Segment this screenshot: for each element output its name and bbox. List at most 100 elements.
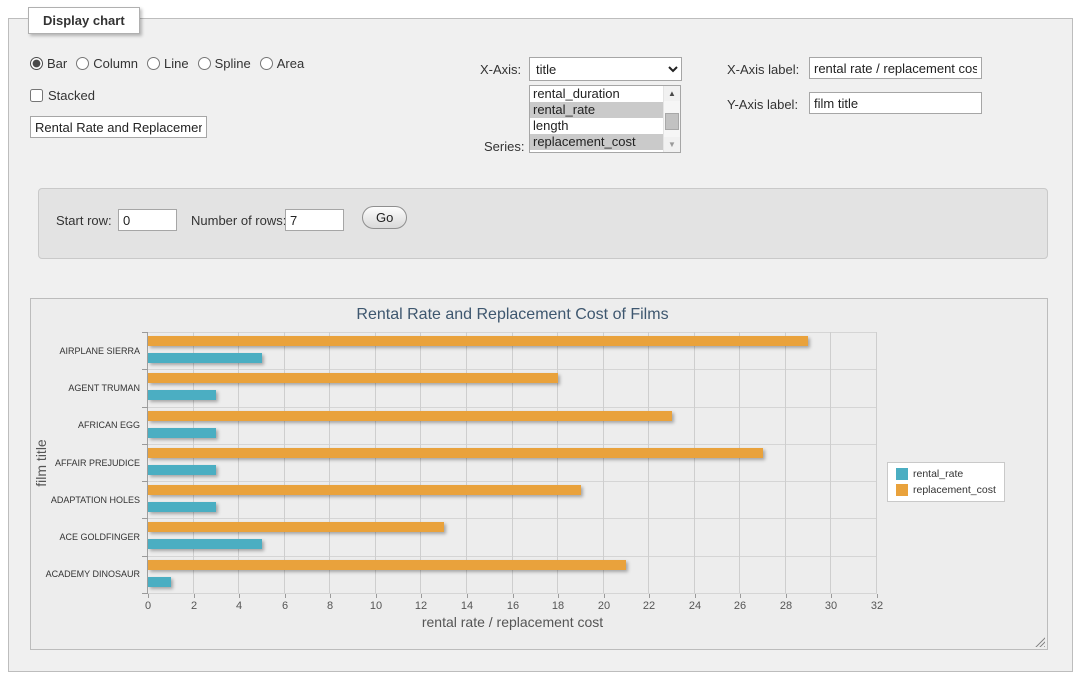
scrollbar-track[interactable] xyxy=(664,101,680,137)
x-tick xyxy=(467,594,468,598)
chart-type-option-line[interactable]: Line xyxy=(147,56,189,71)
x-tick-label: 14 xyxy=(447,600,487,612)
chart-type-radio-line[interactable] xyxy=(147,57,160,70)
bar-replacement_cost[interactable] xyxy=(148,560,626,570)
chart-type-text: Line xyxy=(164,56,189,71)
x-tick-label: 10 xyxy=(356,600,396,612)
resize-handle-icon[interactable] xyxy=(1034,636,1045,647)
series-option-replacement_cost[interactable]: replacement_cost xyxy=(530,134,663,150)
y-tick xyxy=(142,407,148,408)
legend-swatch-icon xyxy=(896,468,908,480)
legend-item-replacement_cost[interactable]: replacement_cost xyxy=(896,484,996,496)
stacked-checkbox-row[interactable]: Stacked xyxy=(30,88,95,103)
stacked-label: Stacked xyxy=(48,88,95,103)
bar-replacement_cost[interactable] xyxy=(148,411,672,421)
chart-type-option-column[interactable]: Column xyxy=(76,56,138,71)
x-tick xyxy=(604,594,605,598)
bar-rental_rate[interactable] xyxy=(148,390,216,400)
chart-type-radio-bar[interactable] xyxy=(30,57,43,70)
x-axis-label-field-label: X-Axis label: xyxy=(727,62,799,77)
chart-type-option-area[interactable]: Area xyxy=(260,56,304,71)
x-tick xyxy=(649,594,650,598)
bar-rental_rate[interactable] xyxy=(148,428,216,438)
bar-replacement_cost[interactable] xyxy=(148,373,558,383)
bar-replacement_cost[interactable] xyxy=(148,448,763,458)
chart-type-radio-column[interactable] xyxy=(76,57,89,70)
bar-rental_rate[interactable] xyxy=(148,577,171,587)
x-axis-select[interactable]: title xyxy=(529,57,682,81)
x-tick xyxy=(148,594,149,598)
series-option-rental_rate[interactable]: rental_rate xyxy=(530,102,663,118)
stacked-checkbox[interactable] xyxy=(30,89,43,102)
category-label: AGENT TRUMAN xyxy=(31,382,140,394)
number-of-rows-input[interactable] xyxy=(285,209,344,231)
x-tick-label: 6 xyxy=(265,600,305,612)
chart-legend: rental_rate replacement_cost xyxy=(887,462,1005,502)
chart-title: Rental Rate and Replacement Cost of Film… xyxy=(148,306,877,324)
x-tick xyxy=(285,594,286,598)
plot-area xyxy=(148,332,877,593)
x-tick xyxy=(786,594,787,598)
y-axis-line xyxy=(147,332,148,593)
vertical-gridline xyxy=(238,332,239,593)
x-axis-label-input[interactable] xyxy=(809,57,982,79)
series-option-length[interactable]: length xyxy=(530,118,663,134)
chart-type-text: Area xyxy=(277,56,304,71)
vertical-gridline xyxy=(420,332,421,593)
y-axis-label-field-label: Y-Axis label: xyxy=(727,97,798,112)
legend-label: replacement_cost xyxy=(913,484,996,496)
vertical-gridline xyxy=(466,332,467,593)
x-tick-label: 8 xyxy=(310,600,350,612)
chart-type-text: Bar xyxy=(47,56,67,71)
bar-replacement_cost[interactable] xyxy=(148,522,444,532)
x-tick xyxy=(513,594,514,598)
bar-replacement_cost[interactable] xyxy=(148,485,581,495)
vertical-gridline xyxy=(876,332,877,593)
vertical-gridline xyxy=(284,332,285,593)
chart-type-text: Column xyxy=(93,56,138,71)
y-tick xyxy=(142,369,148,370)
x-tick-label: 20 xyxy=(584,600,624,612)
chart-container: Rental Rate and Replacement Cost of Film… xyxy=(30,298,1048,650)
row-controls-bar: Start row: Number of rows: Go xyxy=(38,188,1048,259)
go-button[interactable]: Go xyxy=(362,206,407,229)
chart-type-option-bar[interactable]: Bar xyxy=(30,56,67,71)
x-axis-field-label: X-Axis: xyxy=(480,62,521,77)
x-tick-label: 2 xyxy=(174,600,214,612)
x-tick-label: 26 xyxy=(720,600,760,612)
bar-rental_rate[interactable] xyxy=(148,353,262,363)
chart-type-radio-area[interactable] xyxy=(260,57,273,70)
category-label: ACADEMY DINOSAUR xyxy=(31,568,140,580)
chart-type-option-spline[interactable]: Spline xyxy=(198,56,251,71)
scroll-up-icon[interactable]: ▲ xyxy=(664,86,680,101)
category-label: AFRICAN EGG xyxy=(31,419,140,431)
bar-rental_rate[interactable] xyxy=(148,465,216,475)
bar-replacement_cost[interactable] xyxy=(148,336,808,346)
series-option-rental_duration[interactable]: rental_duration xyxy=(530,86,663,102)
x-tick-label: 24 xyxy=(675,600,715,612)
vertical-gridline xyxy=(512,332,513,593)
legend-label: rental_rate xyxy=(913,468,963,480)
series-field-label: Series: xyxy=(484,139,524,154)
x-tick-label: 30 xyxy=(811,600,851,612)
series-list-scrollbar[interactable]: ▲ ▼ xyxy=(663,86,680,152)
number-of-rows-label: Number of rows: xyxy=(191,213,286,228)
x-tick xyxy=(376,594,377,598)
vertical-gridline xyxy=(739,332,740,593)
x-tick-label: 16 xyxy=(493,600,533,612)
start-row-input[interactable] xyxy=(118,209,177,231)
series-multiselect[interactable]: rental_durationrental_ratelengthreplacem… xyxy=(529,85,681,153)
category-label: ACE GOLDFINGER xyxy=(31,531,140,543)
chart-type-radio-spline[interactable] xyxy=(198,57,211,70)
y-axis-label-input[interactable] xyxy=(809,92,982,114)
x-tick-label: 12 xyxy=(401,600,441,612)
chart-title-input[interactable] xyxy=(30,116,207,138)
scrollbar-thumb[interactable] xyxy=(665,113,679,130)
vertical-gridline xyxy=(785,332,786,593)
x-tick xyxy=(695,594,696,598)
bar-rental_rate[interactable] xyxy=(148,539,262,549)
scroll-down-icon[interactable]: ▼ xyxy=(664,137,680,152)
bar-rental_rate[interactable] xyxy=(148,502,216,512)
legend-item-rental_rate[interactable]: rental_rate xyxy=(896,468,996,480)
chart-type-text: Spline xyxy=(215,56,251,71)
